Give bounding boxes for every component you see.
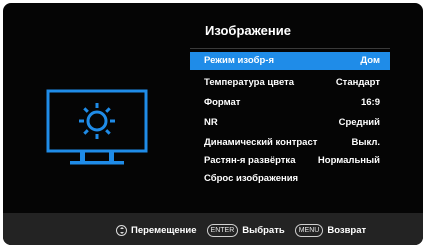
- menu-item-value: Выкл.: [351, 137, 380, 148]
- menu-item-overscan[interactable]: Растян-я развёртка Нормальный: [190, 152, 390, 170]
- menu-item-dynamic-contrast[interactable]: Динамический контраст Выкл.: [190, 134, 390, 152]
- menu-item-noise-reduction[interactable]: NR Средний: [190, 114, 390, 132]
- menu-item-label: Формат: [204, 97, 241, 108]
- menu-item-value: Стандарт: [335, 77, 380, 88]
- footer-hint-bar: Перемещение ENTER Выбрать MENU Возврат: [3, 213, 423, 245]
- menu-item-value: Нормальный: [317, 155, 380, 166]
- menu-item-value: Средний: [338, 117, 380, 128]
- monitor-brightness-icon: [46, 89, 148, 165]
- menu-item-value: Дом: [360, 55, 380, 66]
- navigate-hint-label: Перемещение: [131, 224, 197, 236]
- footer-hints: Перемещение ENTER Выбрать MENU Возврат: [116, 223, 366, 237]
- menu-item-label: Растян-я развёртка: [204, 155, 296, 166]
- menu-item-aspect-ratio[interactable]: Формат 16:9: [190, 94, 390, 112]
- menu-item-value: 16:9: [360, 97, 380, 108]
- menu-item-label: Динамический контраст: [204, 137, 318, 148]
- up-down-arrows-icon: [116, 224, 127, 236]
- menu-item-label: Температура цвета: [204, 77, 295, 88]
- menu-key-icon: MENU: [294, 223, 324, 237]
- tv-osd-screen: Изображение Режим изобр-я Дом Температур…: [3, 3, 423, 245]
- back-hint-label: Возврат: [327, 224, 367, 236]
- select-hint-label: Выбрать: [242, 224, 285, 236]
- menu-divider: [190, 48, 390, 49]
- menu-item-label: Режим изобр-я: [204, 55, 275, 66]
- menu-item-color-temperature[interactable]: Температура цвета Стандарт: [190, 74, 390, 92]
- menu-item-picture-reset[interactable]: Сброс изображения: [190, 170, 390, 188]
- enter-key-icon: ENTER: [206, 223, 239, 237]
- menu-title: Изображение: [205, 23, 291, 38]
- menu-item-label: Сброс изображения: [204, 173, 299, 184]
- menu-item-picture-mode[interactable]: Режим изобр-я Дом: [190, 52, 390, 70]
- menu-item-label: NR: [204, 117, 218, 128]
